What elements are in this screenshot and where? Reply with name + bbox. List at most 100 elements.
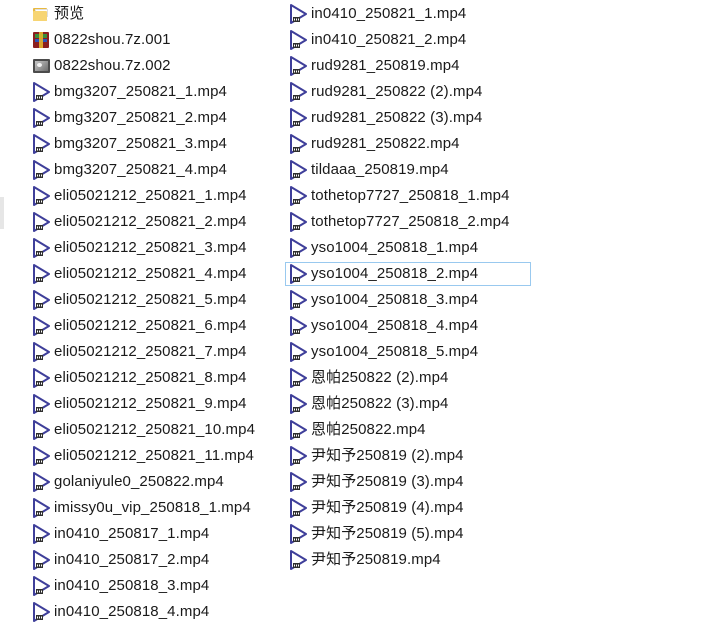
file-name: eli05021212_250821_10.mp4	[54, 421, 256, 438]
file-item[interactable]: yso1004_250818_1.mp4	[285, 236, 531, 260]
video-file-icon	[288, 368, 308, 388]
file-name: in0410_250817_2.mp4	[54, 551, 210, 568]
file-item[interactable]: in0410_250821_2.mp4	[285, 28, 531, 52]
file-item[interactable]: rud9281_250819.mp4	[285, 54, 531, 78]
file-item[interactable]: 尹知予250819 (4).mp4	[285, 496, 531, 520]
file-item[interactable]: 0822shou.7z.001	[28, 28, 276, 52]
file-item[interactable]: imissy0u_vip_250818_1.mp4	[28, 496, 276, 520]
file-item[interactable]: yso1004_250818_5.mp4	[285, 340, 531, 364]
video-file-icon	[31, 108, 51, 128]
file-name: tothetop7727_250818_1.mp4	[311, 187, 510, 204]
file-item[interactable]: 尹知予250819 (2).mp4	[285, 444, 531, 468]
file-name: eli05021212_250821_11.mp4	[54, 447, 254, 464]
file-name: yso1004_250818_3.mp4	[311, 291, 479, 308]
file-item[interactable]: eli05021212_250821_7.mp4	[28, 340, 276, 364]
file-item[interactable]: 恩帕250822 (3).mp4	[285, 392, 531, 416]
file-item[interactable]: yso1004_250818_2.mp4	[285, 262, 531, 286]
file-item[interactable]: rud9281_250822 (3).mp4	[285, 106, 531, 130]
file-item[interactable]: eli05021212_250821_11.mp4	[28, 444, 276, 468]
video-file-icon	[31, 368, 51, 388]
file-name: yso1004_250818_4.mp4	[311, 317, 479, 334]
file-item[interactable]: in0410_250818_3.mp4	[28, 574, 276, 598]
file-item[interactable]: tothetop7727_250818_2.mp4	[285, 210, 531, 234]
file-item[interactable]: tildaaa_250819.mp4	[285, 158, 531, 182]
file-item[interactable]: bmg3207_250821_2.mp4	[28, 106, 276, 130]
file-name: yso1004_250818_2.mp4	[311, 265, 479, 282]
file-item[interactable]: bmg3207_250821_1.mp4	[28, 80, 276, 104]
video-file-icon	[31, 446, 51, 466]
file-name: eli05021212_250821_5.mp4	[54, 291, 247, 308]
file-item[interactable]: 尹知予250819 (3).mp4	[285, 470, 531, 494]
file-item[interactable]: golaniyule0_250822.mp4	[28, 470, 276, 494]
file-item[interactable]: eli05021212_250821_10.mp4	[28, 418, 276, 442]
file-name: eli05021212_250821_7.mp4	[54, 343, 247, 360]
video-file-icon	[31, 498, 51, 518]
file-name: in0410_250821_1.mp4	[311, 5, 467, 22]
file-name: golaniyule0_250822.mp4	[54, 473, 224, 490]
file-name: 0822shou.7z.002	[54, 57, 171, 74]
file-item[interactable]: yso1004_250818_4.mp4	[285, 314, 531, 338]
file-name: rud9281_250822 (2).mp4	[311, 83, 483, 100]
file-item[interactable]: eli05021212_250821_4.mp4	[28, 262, 276, 286]
file-name: bmg3207_250821_4.mp4	[54, 161, 227, 178]
file-item[interactable]: in0410_250817_1.mp4	[28, 522, 276, 546]
file-item[interactable]: in0410_250817_2.mp4	[28, 548, 276, 572]
file-item[interactable]: rud9281_250822.mp4	[285, 132, 531, 156]
file-name: eli05021212_250821_9.mp4	[54, 395, 247, 412]
file-item[interactable]: eli05021212_250821_6.mp4	[28, 314, 276, 338]
video-file-icon	[31, 290, 51, 310]
file-item[interactable]: 恩帕250822 (2).mp4	[285, 366, 531, 390]
file-item[interactable]: yso1004_250818_3.mp4	[285, 288, 531, 312]
video-file-icon	[31, 238, 51, 258]
video-file-icon	[288, 160, 308, 180]
video-file-icon	[288, 186, 308, 206]
file-item[interactable]: bmg3207_250821_4.mp4	[28, 158, 276, 182]
file-item[interactable]: tothetop7727_250818_1.mp4	[285, 184, 531, 208]
video-file-icon	[31, 186, 51, 206]
video-file-icon	[31, 316, 51, 336]
file-name: yso1004_250818_1.mp4	[311, 239, 479, 256]
video-file-icon	[288, 524, 308, 544]
file-item[interactable]: eli05021212_250821_2.mp4	[28, 210, 276, 234]
video-file-icon	[288, 30, 308, 50]
image-icon	[31, 56, 51, 76]
file-item[interactable]: eli05021212_250821_9.mp4	[28, 392, 276, 416]
file-item[interactable]: eli05021212_250821_1.mp4	[28, 184, 276, 208]
file-name: eli05021212_250821_8.mp4	[54, 369, 247, 386]
file-item[interactable]: 尹知予250819 (5).mp4	[285, 522, 531, 546]
file-name: eli05021212_250821_3.mp4	[54, 239, 247, 256]
file-name: 恩帕250822 (2).mp4	[311, 369, 449, 386]
file-item[interactable]: 恩帕250822.mp4	[285, 418, 531, 442]
file-item[interactable]: rud9281_250822 (2).mp4	[285, 80, 531, 104]
file-name: rud9281_250819.mp4	[311, 57, 460, 74]
file-name: eli05021212_250821_4.mp4	[54, 265, 247, 282]
video-file-icon	[288, 472, 308, 492]
video-file-icon	[31, 602, 51, 622]
file-name: 尹知予250819.mp4	[311, 551, 441, 568]
video-file-icon	[31, 576, 51, 596]
video-file-icon	[31, 394, 51, 414]
file-item[interactable]: 0822shou.7z.002	[28, 54, 276, 78]
file-name: in0410_250818_4.mp4	[54, 603, 210, 620]
file-item[interactable]: eli05021212_250821_8.mp4	[28, 366, 276, 390]
file-name: rud9281_250822 (3).mp4	[311, 109, 483, 126]
video-file-icon	[288, 134, 308, 154]
video-file-icon	[31, 264, 51, 284]
file-item[interactable]: eli05021212_250821_5.mp4	[28, 288, 276, 312]
file-item[interactable]: in0410_250818_4.mp4	[28, 600, 276, 624]
video-file-icon	[288, 550, 308, 570]
file-item[interactable]: eli05021212_250821_3.mp4	[28, 236, 276, 260]
video-file-icon	[288, 264, 308, 284]
file-item[interactable]: 预览	[28, 2, 276, 26]
file-name: rud9281_250822.mp4	[311, 135, 460, 152]
video-file-icon	[31, 212, 51, 232]
video-file-icon	[31, 160, 51, 180]
file-name: bmg3207_250821_2.mp4	[54, 109, 227, 126]
video-file-icon	[31, 524, 51, 544]
file-item[interactable]: in0410_250821_1.mp4	[285, 2, 531, 26]
video-file-icon	[31, 472, 51, 492]
file-item[interactable]: 尹知予250819.mp4	[285, 548, 531, 572]
file-item[interactable]: bmg3207_250821_3.mp4	[28, 132, 276, 156]
file-name: 尹知予250819 (5).mp4	[311, 525, 464, 542]
video-file-icon	[31, 82, 51, 102]
